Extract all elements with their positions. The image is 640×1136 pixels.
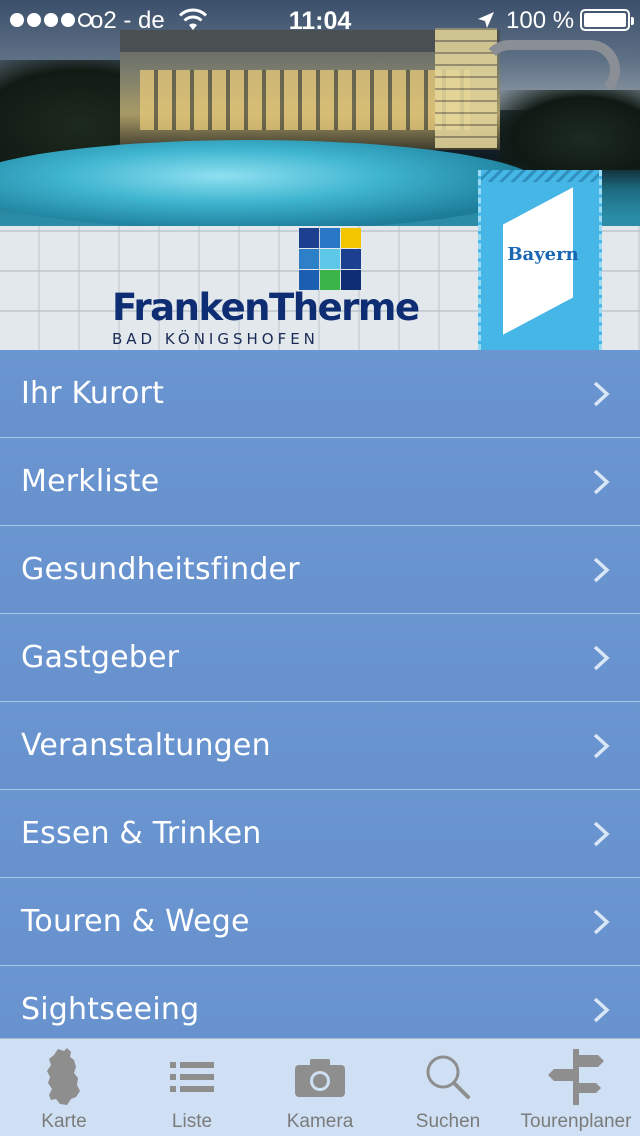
- tab-kamera[interactable]: Kamera: [256, 1039, 384, 1136]
- tab-suchen[interactable]: Suchen: [384, 1039, 512, 1136]
- chevron-right-icon: [593, 381, 610, 407]
- menu-item-gastgeber[interactable]: Gastgeber: [0, 614, 640, 702]
- search-icon: [426, 1055, 470, 1099]
- menu-item-label: Gastgeber: [21, 640, 180, 675]
- camera-icon: [295, 1059, 345, 1097]
- tab-label: Liste: [171, 1111, 213, 1132]
- menu-item-label: Sightseeing: [21, 992, 200, 1027]
- chevron-right-icon: [593, 645, 610, 671]
- tab-tourenplaner[interactable]: Tourenplaner: [512, 1039, 640, 1136]
- menu-item-essen-trinken[interactable]: Essen & Trinken: [0, 790, 640, 878]
- bayern-label: Bayern: [507, 244, 579, 265]
- main-menu: Ihr Kurort Merkliste Gesundheitsfinder G…: [0, 350, 640, 1038]
- battery-percentage: 100 %: [506, 7, 575, 34]
- menu-item-label: Essen & Trinken: [21, 816, 262, 851]
- tab-label: Tourenplaner: [520, 1111, 632, 1132]
- status-bar: o2 - de 11:04 100 %: [0, 0, 640, 40]
- menu-item-ihr-kurort[interactable]: Ihr Kurort: [0, 350, 640, 438]
- menu-item-touren-wege[interactable]: Touren & Wege: [0, 878, 640, 966]
- tab-label: Kamera: [286, 1111, 354, 1132]
- menu-item-sightseeing[interactable]: Sightseeing: [0, 966, 640, 1038]
- chevron-right-icon: [593, 909, 610, 935]
- pool-image: [0, 140, 540, 230]
- location-arrow-icon: [478, 12, 494, 28]
- menu-item-label: Veranstaltungen: [21, 728, 271, 763]
- tab-karte[interactable]: Karte: [0, 1039, 128, 1136]
- tab-label: Karte: [41, 1111, 87, 1132]
- tab-label: Suchen: [415, 1111, 481, 1132]
- menu-item-label: Ihr Kurort: [21, 376, 165, 411]
- menu-item-label: Gesundheitsfinder: [21, 552, 300, 587]
- franken-therme-logo-mark: [299, 228, 361, 290]
- chevron-right-icon: [593, 733, 610, 759]
- chevron-right-icon: [593, 821, 610, 847]
- battery-icon: [580, 9, 634, 31]
- tab-bar: Karte Liste Kamera Suchen Tourenplaner: [0, 1038, 640, 1136]
- brand-subtitle: BAD KÖNIGSHOFEN: [112, 330, 319, 348]
- header-banner: FrankenTherme BAD KÖNIGSHOFEN Bayern: [0, 0, 640, 350]
- brand-name: FrankenTherme: [112, 286, 420, 329]
- menu-item-veranstaltungen[interactable]: Veranstaltungen: [0, 702, 640, 790]
- chevron-right-icon: [593, 469, 610, 495]
- chevron-right-icon: [593, 557, 610, 583]
- menu-item-merkliste[interactable]: Merkliste: [0, 438, 640, 526]
- bayern-badge: Bayern: [478, 170, 602, 350]
- germany-map-icon: [47, 1048, 80, 1105]
- list-icon: [170, 1062, 214, 1092]
- menu-item-label: Merkliste: [21, 464, 160, 499]
- menu-item-label: Touren & Wege: [21, 904, 250, 939]
- tab-liste[interactable]: Liste: [128, 1039, 256, 1136]
- signpost-icon: [548, 1049, 604, 1105]
- chevron-right-icon: [593, 997, 610, 1023]
- menu-item-gesundheitsfinder[interactable]: Gesundheitsfinder: [0, 526, 640, 614]
